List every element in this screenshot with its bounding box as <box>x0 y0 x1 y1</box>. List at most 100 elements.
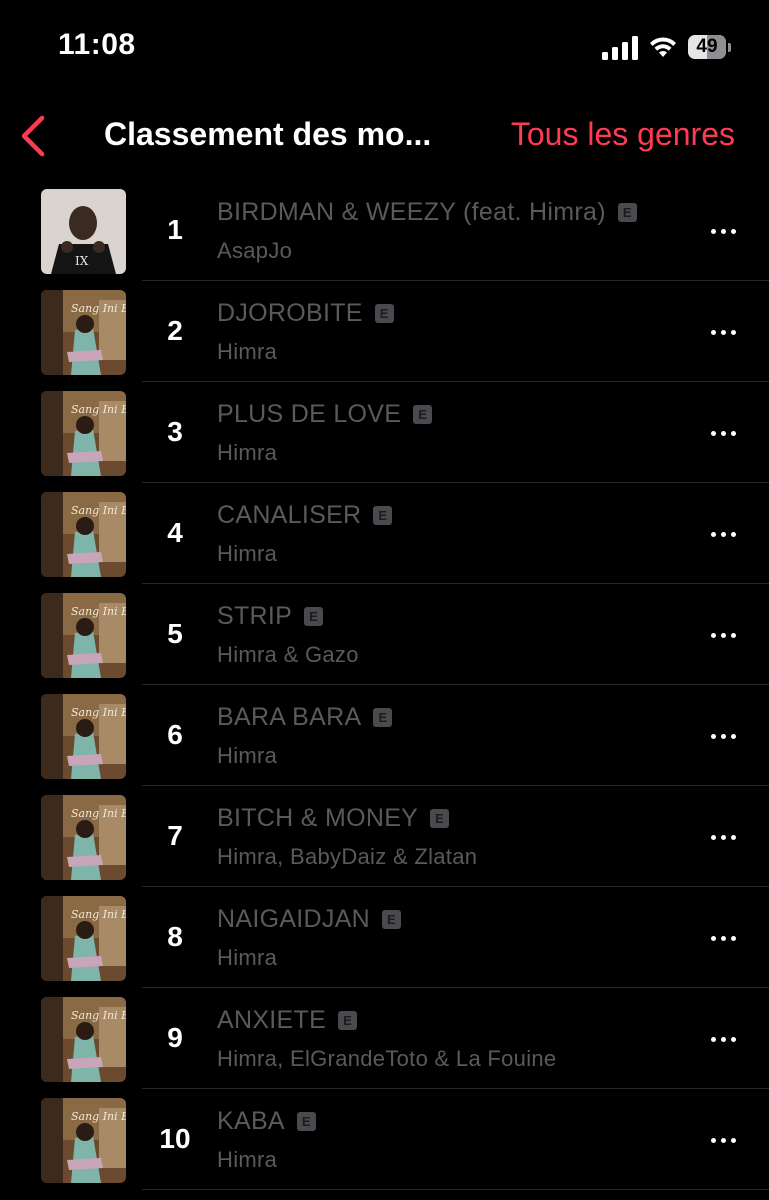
explicit-badge: E <box>430 809 450 828</box>
more-options-button[interactable] <box>700 1125 746 1155</box>
track-row-2[interactable]: Sang Ini Bad 2 DJOROBITE E Himra <box>0 281 769 382</box>
more-options-button[interactable] <box>700 1024 746 1054</box>
more-options-button[interactable] <box>700 317 746 347</box>
all-genres-button[interactable]: Tous les genres <box>511 116 735 153</box>
dot <box>730 834 736 840</box>
dot <box>720 228 726 234</box>
chevron-left-icon <box>21 115 45 157</box>
track-row-1[interactable]: IX 1 BIRDMAN & WEEZY (feat. Himra) E Asa… <box>0 180 769 281</box>
explicit-badge: E <box>304 607 324 626</box>
track-row-7[interactable]: Sang Ini Bad 7 BITCH & MONEY E Himra, Ba… <box>0 786 769 887</box>
track-title: ANXIETE <box>217 1006 327 1034</box>
row-divider <box>142 1189 769 1190</box>
svg-text:Sang Ini Bad: Sang Ini Bad <box>71 908 126 921</box>
track-title: CANALISER <box>217 501 362 529</box>
dot <box>710 1036 716 1042</box>
album-artwork-himra: Sang Ini Bad <box>41 593 126 678</box>
dot <box>710 733 716 739</box>
back-button[interactable] <box>14 112 54 160</box>
track-artist: Himra & Gazo <box>217 642 359 667</box>
track-artist: Himra, ElGrandeToto & La Fouine <box>217 1046 557 1071</box>
explicit-badge: E <box>373 708 393 727</box>
track-artist: Himra <box>217 1147 278 1172</box>
track-artist: AsapJo <box>217 238 293 263</box>
battery-cap <box>728 42 731 52</box>
track-rank: 3 <box>167 416 183 447</box>
track-title-wrap: BITCH & MONEY E <box>217 804 450 833</box>
dot <box>720 430 726 436</box>
track-title: STRIP <box>217 602 293 630</box>
dot <box>720 733 726 739</box>
dot <box>710 632 716 638</box>
track-row-10[interactable]: Sang Ini Bad 10 KABA E Himra <box>0 1089 769 1190</box>
track-artist: Himra <box>217 440 278 465</box>
explicit-badge: E <box>413 405 433 424</box>
album-artwork-himra: Sang Ini Bad <box>41 896 126 981</box>
dot <box>730 935 736 941</box>
svg-text:Sang Ini Bad: Sang Ini Bad <box>71 302 126 315</box>
album-artwork-himra: Sang Ini Bad <box>41 1098 126 1183</box>
track-title-wrap: CANALISER E <box>217 501 393 530</box>
page-title: Classement des mo... <box>104 116 432 152</box>
dot <box>730 1036 736 1042</box>
track-title: PLUS DE LOVE <box>217 400 402 428</box>
track-title: NAIGAIDJAN <box>217 905 371 933</box>
track-artist: Himra <box>217 945 278 970</box>
dot <box>710 531 716 537</box>
track-title-wrap: ANXIETE E <box>217 1006 358 1035</box>
track-title: BITCH & MONEY <box>217 804 419 832</box>
dot <box>720 531 726 537</box>
dot <box>710 935 716 941</box>
album-artwork-himra: Sang Ini Bad <box>41 391 126 476</box>
explicit-badge: E <box>382 910 402 929</box>
more-options-button[interactable] <box>700 721 746 751</box>
track-rank: 1 <box>167 214 183 245</box>
track-row-6[interactable]: Sang Ini Bad 6 BARA BARA E Himra <box>0 685 769 786</box>
battery-body: 49 <box>688 35 726 59</box>
track-row-9[interactable]: Sang Ini Bad 9 ANXIETE E Himra, ElGrande… <box>0 988 769 1089</box>
dot <box>720 834 726 840</box>
track-row-3[interactable]: Sang Ini Bad 3 PLUS DE LOVE E Himra <box>0 382 769 483</box>
more-options-button[interactable] <box>700 418 746 448</box>
track-list: IX 1 BIRDMAN & WEEZY (feat. Himra) E Asa… <box>0 180 769 1190</box>
explicit-badge: E <box>296 1112 316 1131</box>
track-rank: 8 <box>167 921 183 952</box>
nav-bar: Classement des mo... Tous les genres <box>0 100 769 172</box>
more-options-button[interactable] <box>700 620 746 650</box>
more-options-button[interactable] <box>700 822 746 852</box>
track-title-wrap: BIRDMAN & WEEZY (feat. Himra) E <box>217 198 637 227</box>
dot <box>710 1137 716 1143</box>
dot <box>710 834 716 840</box>
track-row-4[interactable]: Sang Ini Bad 4 CANALISER E Himra <box>0 483 769 584</box>
track-rank: 2 <box>167 315 183 346</box>
album-artwork-himra: Sang Ini Bad <box>41 997 126 1082</box>
track-artist: Himra <box>217 339 278 364</box>
svg-text:Sang Ini Bad: Sang Ini Bad <box>71 504 126 517</box>
track-title-wrap: BARA BARA E <box>217 703 393 732</box>
more-options-button[interactable] <box>700 216 746 246</box>
album-artwork-himra: Sang Ini Bad <box>41 795 126 880</box>
dot <box>730 1137 736 1143</box>
svg-text:IX: IX <box>75 254 89 268</box>
status-bar: 11:08 49 <box>0 0 769 90</box>
dot <box>710 329 716 335</box>
track-rank: 9 <box>167 1022 183 1053</box>
dot <box>730 632 736 638</box>
track-title-wrap: KABA E <box>217 1107 316 1136</box>
dot <box>720 1137 726 1143</box>
album-artwork-himra: Sang Ini Bad <box>41 694 126 779</box>
dot <box>720 935 726 941</box>
more-options-button[interactable] <box>700 519 746 549</box>
track-rank: 4 <box>167 517 183 548</box>
status-time: 11:08 <box>58 28 136 61</box>
track-rank: 6 <box>167 719 183 750</box>
dot <box>730 329 736 335</box>
track-title: KABA <box>217 1107 285 1135</box>
album-artwork-asapjo: IX <box>41 189 126 274</box>
track-row-8[interactable]: Sang Ini Bad 8 NAIGAIDJAN E Himra <box>0 887 769 988</box>
track-row-5[interactable]: Sang Ini Bad 5 STRIP E Himra & Gazo <box>0 584 769 685</box>
more-options-button[interactable] <box>700 923 746 953</box>
svg-text:Sang Ini Bad: Sang Ini Bad <box>71 1110 126 1123</box>
dot <box>720 632 726 638</box>
explicit-badge: E <box>338 1011 358 1030</box>
